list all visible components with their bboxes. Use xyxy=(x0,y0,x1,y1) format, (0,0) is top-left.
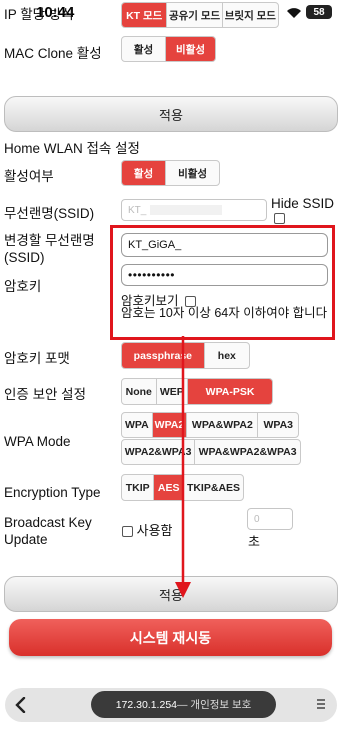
wpa-mode-label: WPA Mode xyxy=(4,434,71,449)
password-note: 암호는 10자 이상 64자 이하여야 합니다 xyxy=(121,306,328,320)
hide-ssid-label: Hide SSID xyxy=(271,196,335,211)
ip-share-router[interactable]: 공유기 모드 xyxy=(167,3,223,27)
key-format-hex[interactable]: hex xyxy=(205,343,249,368)
enable-toggle[interactable]: 활성 비활성 xyxy=(121,160,220,186)
enable-label: 활성여부 xyxy=(4,169,54,184)
apply-button-bottom[interactable]: 적용 xyxy=(4,576,338,612)
ssid-value: KT_ xyxy=(128,204,147,216)
mac-clone-label: MAC Clone 활성 xyxy=(4,46,102,61)
auth-toggle[interactable]: None WEP WPA-PSK xyxy=(121,378,273,405)
enable-off[interactable]: 비활성 xyxy=(166,161,219,185)
password-input[interactable]: •••••••••• xyxy=(121,264,328,286)
back-icon[interactable] xyxy=(14,696,26,718)
ip-share-label: IP 할당 방식 xyxy=(4,7,74,22)
broadcast-use-checkbox[interactable] xyxy=(122,526,133,538)
ssid-input[interactable]: KT_ xyxy=(121,199,267,221)
wpa-mode-wpa3[interactable]: WPA3 xyxy=(258,413,298,437)
auth-none[interactable]: None xyxy=(122,379,157,404)
system-restart-button[interactable]: 시스템 재시동 xyxy=(9,619,332,656)
broadcast-label: Broadcast Key Update xyxy=(4,515,92,547)
url-pill[interactable]: 172.30.1.254 — 개인정보 보호 xyxy=(91,691,276,718)
battery-level: 58 xyxy=(313,6,325,18)
encryption-label: Encryption Type xyxy=(4,485,101,500)
broadcast-interval-input[interactable]: 0 xyxy=(247,508,293,530)
enable-on[interactable]: 활성 xyxy=(122,161,167,185)
wpa-mode-wpa-wpa2[interactable]: WPA&WPA2 xyxy=(187,413,259,437)
url-text: 172.30.1.254 xyxy=(115,698,177,711)
mac-clone-toggle[interactable]: 활성 비활성 xyxy=(121,36,216,62)
key-format-label: 암호키 포맷 xyxy=(4,351,70,366)
ssid-label: 무선랜명(SSID) xyxy=(4,206,95,221)
encryption-tkip[interactable]: TKIP xyxy=(122,475,155,500)
apply-button-top[interactable]: 적용 xyxy=(4,96,338,132)
password-label: 암호키 xyxy=(4,279,42,294)
ip-share-kt[interactable]: KT 모드 xyxy=(122,3,168,27)
auth-wpa-psk[interactable]: WPA-PSK xyxy=(188,379,272,404)
new-ssid-label: 변경할 무선랜명 (SSID) xyxy=(4,233,95,265)
wpa-mode-row1: WPA WPA2 WPA&WPA2 WPA3 xyxy=(121,412,299,438)
new-ssid-input[interactable]: KT_GiGA_ xyxy=(121,233,328,257)
section-title: Home WLAN 접속 설정 xyxy=(4,141,140,156)
broadcast-use-label: 사용함 xyxy=(136,523,173,538)
wpa-mode-row2: WPA2&WPA3 WPA&WPA2&WPA3 xyxy=(121,439,301,465)
auth-label: 인증 보안 설정 xyxy=(4,387,87,402)
ip-share-bridge[interactable]: 브릿지 모드 xyxy=(223,3,278,27)
hide-ssid-checkbox[interactable] xyxy=(274,213,285,224)
broadcast-interval-value: 0 xyxy=(254,513,260,525)
ip-share-toggle[interactable]: KT 모드 공유기 모드 브릿지 모드 xyxy=(121,2,279,28)
wpa-mode-all[interactable]: WPA&WPA2&WPA3 xyxy=(195,440,300,464)
password-value: •••••••••• xyxy=(128,268,176,282)
wifi-icon xyxy=(286,6,302,24)
broadcast-use-row: 사용함 xyxy=(122,520,173,539)
broadcast-unit: 초 xyxy=(248,534,260,549)
new-ssid-value: KT_GiGA_ xyxy=(128,239,182,251)
wpa-mode-wpa[interactable]: WPA xyxy=(122,413,153,437)
url-suffix: — 개인정보 보호 xyxy=(177,699,252,711)
menu-icon[interactable] xyxy=(316,697,326,711)
battery-icon: 58 xyxy=(306,5,332,19)
ssid-redacted xyxy=(150,205,223,215)
red-arrow-icon xyxy=(172,336,194,605)
mac-clone-on[interactable]: 활성 xyxy=(122,37,167,61)
mac-clone-off[interactable]: 비활성 xyxy=(166,37,215,61)
